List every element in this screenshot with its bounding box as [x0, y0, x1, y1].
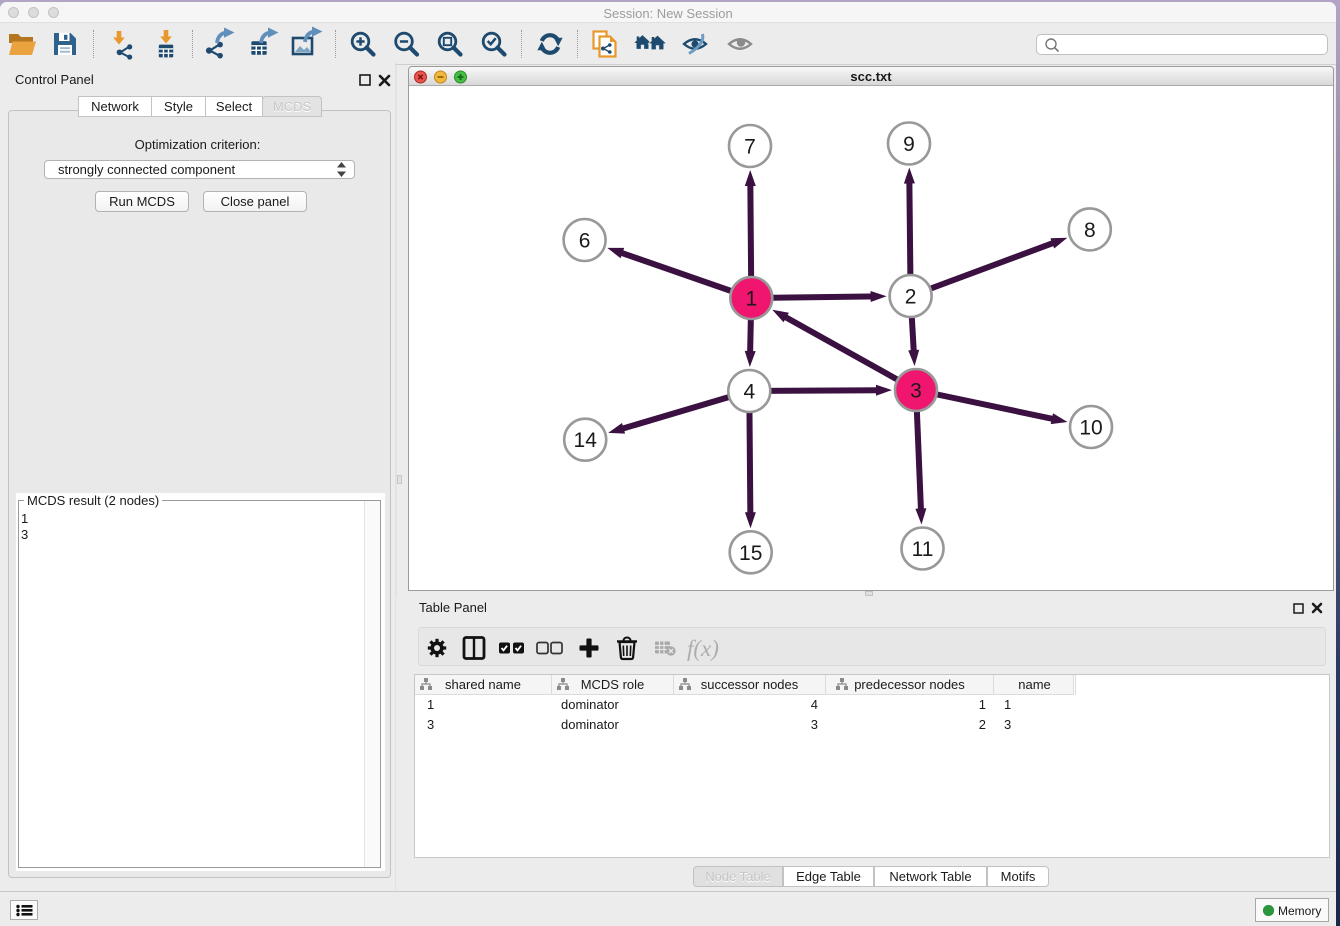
svg-text:11: 11 — [912, 538, 934, 561]
svg-text:f(x): f(x) — [687, 636, 719, 661]
svg-text:6: 6 — [579, 230, 591, 253]
svg-text:4: 4 — [743, 381, 755, 404]
svg-text:2: 2 — [905, 286, 917, 309]
svg-text:8: 8 — [1084, 219, 1096, 242]
svg-text:14: 14 — [574, 429, 598, 452]
svg-text:15: 15 — [739, 542, 762, 565]
svg-text:10: 10 — [1079, 417, 1102, 440]
svg-text:1: 1 — [745, 288, 757, 311]
svg-text:3: 3 — [910, 380, 922, 403]
svg-text:7: 7 — [744, 136, 756, 159]
svg-text:9: 9 — [903, 133, 915, 156]
